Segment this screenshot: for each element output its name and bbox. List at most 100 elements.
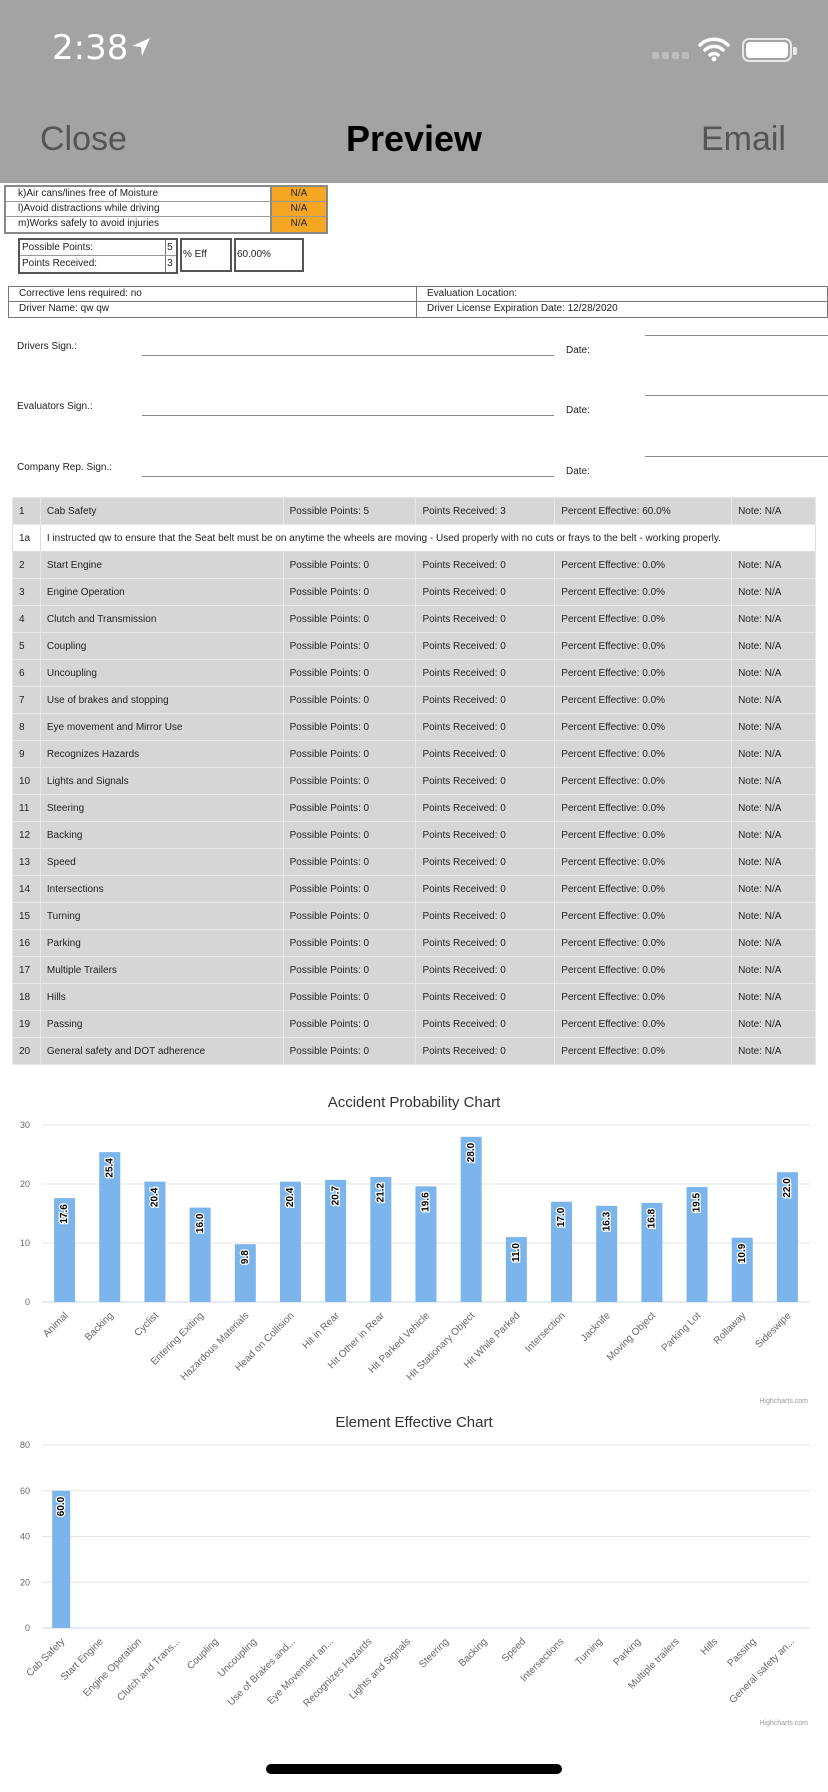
possible-points: Possible Points: 0 xyxy=(282,767,417,795)
points-received: Points Received: 0 xyxy=(415,713,556,741)
percent-effective: Percent Effective: 0.0% xyxy=(554,578,733,606)
table-row: 14 Intersections Possible Points: 0 Points … xyxy=(12,875,816,903)
checklist-value: N/A xyxy=(272,187,326,201)
table-row: 17 Multiple Trailers Possible Points: 0 Poi… xyxy=(12,956,816,984)
table-row: 10 Lights and Signals Possible Points: 0 Po… xyxy=(12,767,816,795)
element-note: Note: N/A xyxy=(731,713,816,741)
possible-points: Possible Points: 5 xyxy=(282,497,417,525)
x-tick-label: Animal xyxy=(41,1310,70,1339)
percent-effective: Percent Effective: 0.0% xyxy=(554,1010,733,1038)
info-row: Corrective lens required: no Evaluation … xyxy=(9,287,827,302)
possible-points: Possible Points: 0 xyxy=(282,578,417,606)
y-tick-label: 0 xyxy=(25,1623,30,1633)
navigation-bar: 2:38 Close Preview Email xyxy=(0,0,828,183)
element-note: Note: N/A xyxy=(731,956,816,984)
wifi-icon xyxy=(698,37,730,62)
data-label: 20.4 xyxy=(285,1187,296,1207)
element-note: Note: N/A xyxy=(731,605,816,633)
points-received: Points Received: 0 xyxy=(415,929,556,957)
signature-underline xyxy=(142,415,554,416)
checklist-row: l)Avoid distractions while driving N/A xyxy=(6,202,326,217)
info-row: Driver Name: qw qw Driver License Expira… xyxy=(9,302,827,317)
table-row: 13 Speed Possible Points: 0 Points Received… xyxy=(12,848,816,876)
data-label: 17.0 xyxy=(556,1207,567,1227)
element-note: Note: N/A xyxy=(731,686,816,714)
close-button[interactable]: Close xyxy=(40,120,127,159)
x-tick-label: Jacknife xyxy=(579,1310,613,1344)
percent-effective: Percent Effective: 0.0% xyxy=(554,875,733,903)
y-tick-label: 60 xyxy=(20,1486,30,1496)
x-tick-label: Hills xyxy=(699,1636,720,1657)
table-row: 16 Parking Possible Points: 0 Points Receiv… xyxy=(12,929,816,957)
corrective-lens: Corrective lens required: no xyxy=(9,287,417,301)
points-received-value: 3 xyxy=(167,258,173,269)
x-tick-label: Cyclist xyxy=(132,1310,161,1339)
row-number: 1a xyxy=(12,524,41,552)
x-tick-label: Passing xyxy=(726,1636,759,1669)
percent-effective: Percent Effective: 0.0% xyxy=(554,551,733,579)
row-number: 15 xyxy=(12,902,41,930)
signature-underline xyxy=(142,476,554,477)
y-tick-label: 20 xyxy=(20,1179,30,1189)
points-received: Points Received: 0 xyxy=(415,794,556,822)
x-tick-label: Backing xyxy=(83,1310,116,1343)
element-note: Note: N/A xyxy=(731,659,816,687)
row-number: 16 xyxy=(12,929,41,957)
table-row: 4 Clutch and Transmission Possible Points:… xyxy=(12,605,816,633)
percent-effective: Percent Effective: 0.0% xyxy=(554,902,733,930)
checklist-value: N/A xyxy=(272,202,326,216)
element-note: Note: N/A xyxy=(731,740,816,768)
possible-points: Possible Points: 0 xyxy=(282,794,417,822)
x-tick-label: Parking Lot xyxy=(660,1310,704,1354)
points-received-row: Points Received: 3 xyxy=(20,256,176,272)
data-label: 25.4 xyxy=(104,1158,115,1178)
evaluation-table-body: 1 Cab Safety Possible Points: 5 Points Rece… xyxy=(12,497,817,1065)
driver-signature-line: Drivers Sign.: Date: xyxy=(0,335,828,361)
percent-effective: Percent Effective: 0.0% xyxy=(554,686,733,714)
percent-effective: Percent Effective: 0.0% xyxy=(554,605,733,633)
data-label: 11.0 xyxy=(511,1243,522,1262)
table-row: 7 Use of brakes and stopping Possible Poin… xyxy=(12,686,816,714)
x-tick-label: Turning xyxy=(573,1636,604,1667)
element-name: Coupling xyxy=(39,632,284,660)
element-name: Turning xyxy=(39,902,284,930)
data-label: 10.9 xyxy=(737,1243,748,1263)
company-signature-label: Company Rep. Sign.: xyxy=(17,462,113,473)
element-name: Lights and Signals xyxy=(39,767,284,795)
element-note: Note: N/A xyxy=(731,497,816,525)
element-note: Note: N/A xyxy=(731,929,816,957)
row-number: 6 xyxy=(12,659,41,687)
date-underline xyxy=(645,335,828,336)
element-effective-chart: Element Effective Chart 0 20 40 60 80 60.0 Cab … xyxy=(0,1410,828,1740)
checklist-row: m)Works safely to avoid injuries N/A xyxy=(6,217,326,232)
possible-points: Possible Points: 0 xyxy=(282,1037,417,1065)
possible-points: Possible Points: 0 xyxy=(282,1010,417,1038)
percent-effective: Percent Effective: 0.0% xyxy=(554,767,733,795)
license-expiration: Driver License Expiration Date: 12/28/20… xyxy=(427,303,618,314)
home-indicator xyxy=(266,1764,562,1774)
table-row: 6 Uncoupling Possible Points: 0 Points Rece… xyxy=(12,659,816,687)
points-received: Points Received: 0 xyxy=(415,605,556,633)
row-number: 4 xyxy=(12,605,41,633)
row-number: 12 xyxy=(12,821,41,849)
points-received: Points Received: 0 xyxy=(415,659,556,687)
data-label: 28.0 xyxy=(466,1142,477,1162)
email-button[interactable]: Email xyxy=(701,120,786,159)
row-number: 1 xyxy=(12,497,41,525)
x-tick-label: Speed xyxy=(500,1636,528,1664)
highcharts-credit: Highcharts.com xyxy=(759,1720,808,1727)
table-row: 12 Backing Possible Points: 0 Points Receiv… xyxy=(12,821,816,849)
checklist-table: k)Air cans/lines free of Moisture N/A l)… xyxy=(4,185,328,234)
battery-icon xyxy=(742,38,797,62)
row-number: 9 xyxy=(12,740,41,768)
x-tick-label: Use of Brakes and... xyxy=(226,1636,298,1708)
points-received: Points Received: 0 xyxy=(415,902,556,930)
points-received: Points Received: 0 xyxy=(415,1037,556,1065)
y-tick-label: 20 xyxy=(20,1577,30,1587)
note-text: I instructed qw to ensure that the Seat … xyxy=(39,524,817,552)
x-tick-label: Eye Movement an... xyxy=(265,1636,336,1707)
element-name: Hills xyxy=(39,983,284,1011)
chart-title: Element Effective Chart xyxy=(335,1414,493,1431)
percent-effective: Percent Effective: 0.0% xyxy=(554,713,733,741)
cellular-signal-icon xyxy=(652,52,689,59)
